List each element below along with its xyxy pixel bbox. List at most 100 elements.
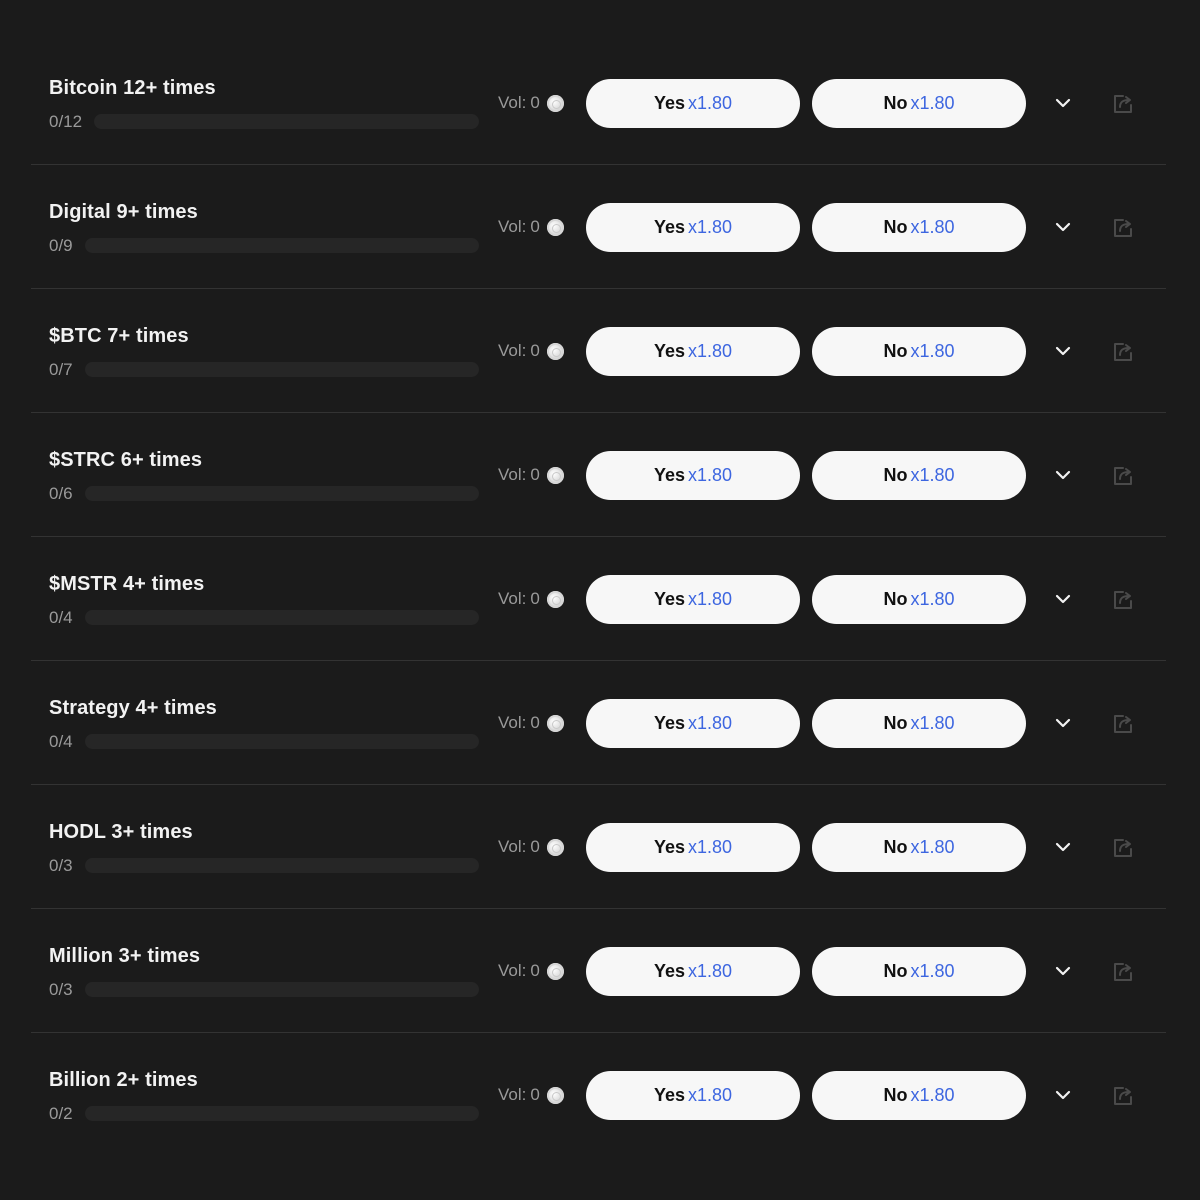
market-row: $BTC 7+ times 0/7 Vol: 0 Yes x1.80 No x1… [31, 289, 1166, 413]
yes-odds: x1.80 [688, 341, 733, 361]
volume: Vol: 0 [498, 217, 564, 237]
volume-value: 0 [530, 217, 540, 236]
progress-count: 0/4 [49, 732, 73, 751]
yes-button[interactable]: Yes x1.80 [586, 947, 800, 996]
yes-button[interactable]: Yes x1.80 [586, 327, 800, 376]
coin-icon [546, 838, 564, 856]
market-row: Digital 9+ times 0/9 Vol: 0 Yes x1.80 No… [31, 165, 1166, 289]
yes-button[interactable]: Yes x1.80 [586, 79, 800, 128]
no-button[interactable]: No x1.80 [812, 823, 1026, 872]
no-odds: x1.80 [910, 1085, 955, 1105]
yes-button[interactable]: Yes x1.80 [586, 203, 800, 252]
no-button[interactable]: No x1.80 [812, 451, 1026, 500]
share-icon[interactable] [1111, 216, 1135, 240]
market-title: Billion 2+ times [49, 1069, 198, 1091]
yes-odds: x1.80 [688, 837, 733, 857]
no-odds: x1.80 [910, 589, 955, 609]
chevron-down-icon[interactable] [1049, 339, 1077, 363]
no-button[interactable]: No x1.80 [812, 947, 1026, 996]
volume-label: Vol: [498, 589, 527, 608]
volume-value: 0 [530, 1085, 540, 1104]
yes-odds: x1.80 [688, 93, 733, 113]
volume-label: Vol: [498, 961, 527, 980]
yes-button[interactable]: Yes x1.80 [586, 699, 800, 748]
progress-count: 0/3 [49, 856, 73, 875]
volume-label: Vol: [498, 341, 527, 360]
yes-button[interactable]: Yes x1.80 [586, 451, 800, 500]
share-icon[interactable] [1111, 1084, 1135, 1108]
market-title: Million 3+ times [49, 945, 201, 967]
progress-bar [85, 486, 479, 501]
chevron-down-icon[interactable] [1049, 711, 1077, 735]
no-label: No [883, 837, 908, 857]
yes-label: Yes [653, 837, 685, 857]
market-row: $STRC 6+ times 0/6 Vol: 0 Yes x1.80 No x… [31, 413, 1166, 537]
volume: Vol: 0 [498, 1085, 564, 1105]
volume: Vol: 0 [498, 341, 564, 361]
volume-label: Vol: [498, 465, 527, 484]
no-button[interactable]: No x1.80 [812, 575, 1026, 624]
market-row: Bitcoin 12+ times 0/12 Vol: 0 Yes x1.80 … [31, 41, 1166, 165]
market-title: Bitcoin 12+ times [49, 77, 216, 99]
progress-bar [94, 114, 479, 129]
progress-count: 0/12 [49, 112, 83, 131]
volume-value: 0 [530, 713, 540, 732]
progress-bar [85, 982, 479, 997]
no-odds: x1.80 [910, 465, 955, 485]
share-icon[interactable] [1111, 712, 1135, 736]
share-icon[interactable] [1111, 92, 1135, 116]
share-icon[interactable] [1111, 836, 1135, 860]
volume: Vol: 0 [498, 961, 564, 981]
no-label: No [883, 341, 908, 361]
yes-button[interactable]: Yes x1.80 [586, 1071, 800, 1120]
no-button[interactable]: No x1.80 [812, 203, 1026, 252]
chevron-down-icon[interactable] [1049, 835, 1077, 859]
volume: Vol: 0 [498, 837, 564, 857]
progress-count: 0/2 [49, 1104, 73, 1123]
share-icon[interactable] [1111, 588, 1135, 612]
no-odds: x1.80 [910, 341, 955, 361]
no-label: No [883, 93, 908, 113]
yes-odds: x1.80 [688, 589, 733, 609]
chevron-down-icon[interactable] [1049, 215, 1077, 239]
market-row: $MSTR 4+ times 0/4 Vol: 0 Yes x1.80 No x… [31, 537, 1166, 661]
chevron-down-icon[interactable] [1049, 587, 1077, 611]
chevron-down-icon[interactable] [1049, 959, 1077, 983]
yes-label: Yes [653, 713, 685, 733]
share-icon[interactable] [1111, 960, 1135, 984]
no-odds: x1.80 [910, 217, 955, 237]
no-button[interactable]: No x1.80 [812, 79, 1026, 128]
yes-label: Yes [653, 341, 685, 361]
chevron-down-icon[interactable] [1049, 1083, 1077, 1107]
progress-bar [85, 238, 479, 253]
market-row: Million 3+ times 0/3 Vol: 0 Yes x1.80 No… [31, 909, 1166, 1033]
yes-button[interactable]: Yes x1.80 [586, 575, 800, 624]
chevron-down-icon[interactable] [1049, 463, 1077, 487]
volume: Vol: 0 [498, 589, 564, 609]
market-title: Strategy 4+ times [49, 697, 217, 719]
progress-bar [85, 1106, 479, 1121]
volume-value: 0 [530, 465, 540, 484]
progress-count: 0/7 [49, 360, 73, 379]
yes-odds: x1.80 [688, 713, 733, 733]
progress-bar [85, 610, 479, 625]
volume-value: 0 [530, 961, 540, 980]
volume-label: Vol: [498, 837, 527, 856]
market-title: HODL 3+ times [49, 821, 193, 843]
no-button[interactable]: No x1.80 [812, 1071, 1026, 1120]
chevron-down-icon[interactable] [1049, 91, 1077, 115]
yes-odds: x1.80 [688, 1085, 733, 1105]
coin-icon [546, 962, 564, 980]
coin-icon [546, 590, 564, 608]
share-icon[interactable] [1111, 464, 1135, 488]
share-icon[interactable] [1111, 340, 1135, 364]
no-button[interactable]: No x1.80 [812, 327, 1026, 376]
no-button[interactable]: No x1.80 [812, 699, 1026, 748]
volume-value: 0 [530, 341, 540, 360]
yes-button[interactable]: Yes x1.80 [586, 823, 800, 872]
progress-count: 0/3 [49, 980, 73, 999]
volume-value: 0 [530, 93, 540, 112]
yes-label: Yes [653, 961, 685, 981]
yes-label: Yes [653, 465, 685, 485]
yes-label: Yes [653, 217, 685, 237]
